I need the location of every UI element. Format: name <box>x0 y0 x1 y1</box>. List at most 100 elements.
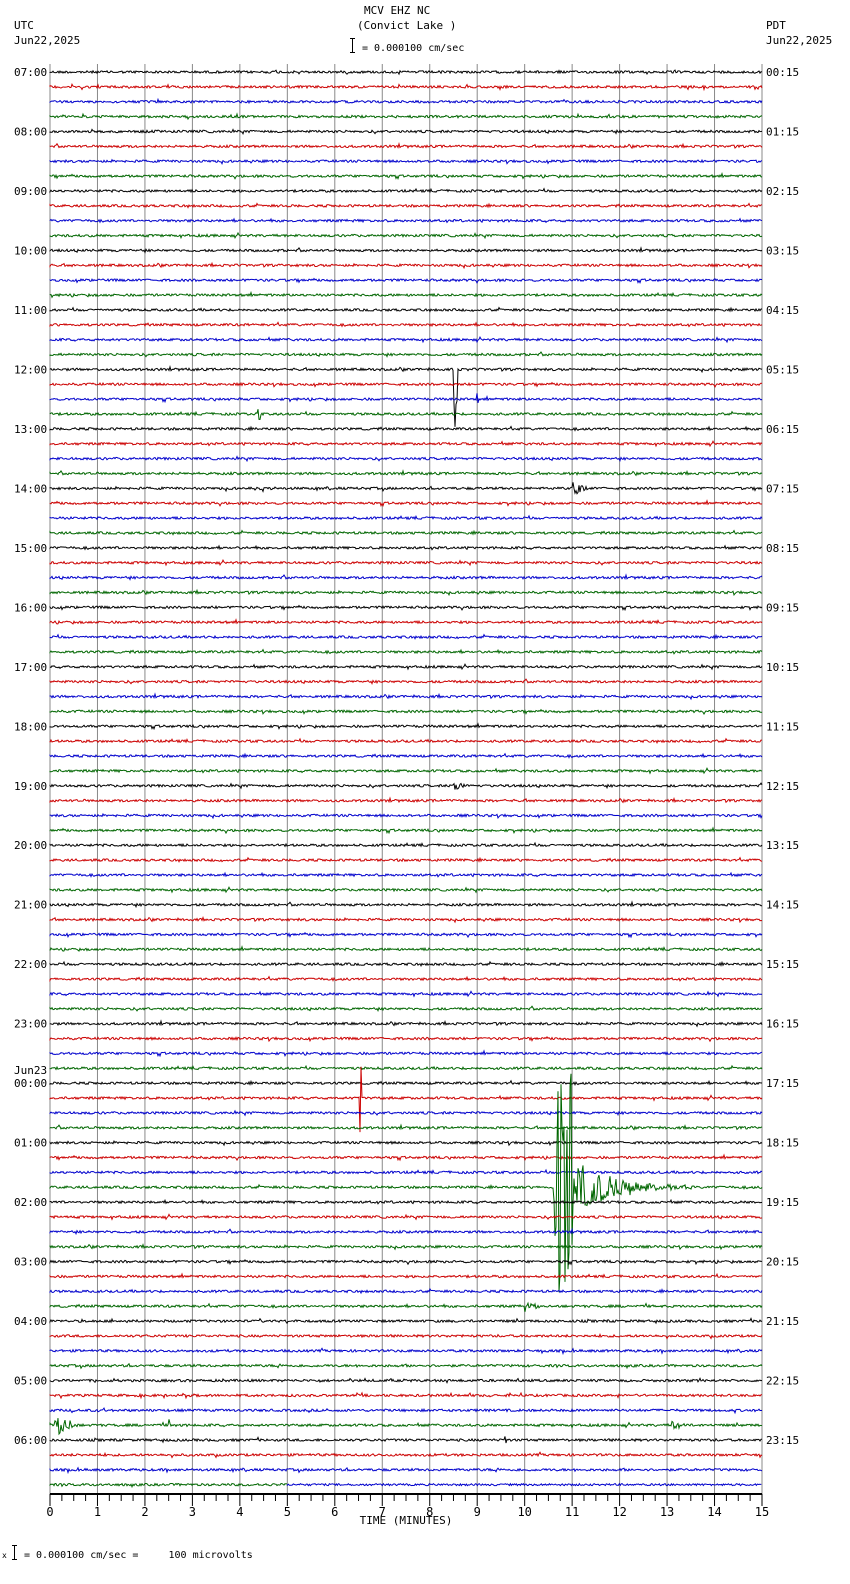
trace-line <box>49 752 763 759</box>
trace-line <box>49 142 763 150</box>
utc-hour-label: 00:00 <box>14 1077 47 1090</box>
trace-line <box>49 1123 763 1131</box>
trace-line <box>49 1079 763 1087</box>
trace-line <box>49 409 763 421</box>
x-tick-label: 15 <box>755 1505 769 1519</box>
trace-line <box>49 335 763 344</box>
trace-line <box>49 975 763 983</box>
trace-line <box>49 469 763 477</box>
trace-line <box>49 1019 763 1028</box>
trace-line <box>49 1139 763 1147</box>
trace-line <box>49 261 763 270</box>
utc-hour-label: 02:00 <box>14 1196 47 1209</box>
pdt-hour-label: 16:15 <box>766 1018 799 1031</box>
pdt-hour-label: 20:15 <box>766 1256 799 1269</box>
trace-line <box>49 1377 763 1384</box>
trace-line <box>49 1168 763 1175</box>
trace-line <box>49 1109 763 1117</box>
trace-line <box>49 618 763 625</box>
trace-line <box>49 796 763 804</box>
trace-line <box>49 290 763 299</box>
trace-line <box>49 1198 763 1205</box>
trace-line <box>49 1301 763 1312</box>
trace-line <box>49 945 763 952</box>
x-tick-label: 0 <box>46 1505 53 1519</box>
x-tick-label: 13 <box>660 1505 674 1519</box>
trace-line <box>49 1317 763 1325</box>
trace-line <box>49 826 763 835</box>
trace-line <box>49 1227 763 1236</box>
trace-line <box>49 1153 763 1162</box>
x-tick-label: 12 <box>612 1505 626 1519</box>
trace-line <box>49 83 763 92</box>
trace-line <box>49 351 763 358</box>
utc-hour-label: 21:00 <box>14 899 47 912</box>
trace-line <box>49 1362 763 1370</box>
trace-line <box>49 871 763 878</box>
pdt-hour-label: 10:15 <box>766 661 799 674</box>
pdt-hour-label: 17:15 <box>766 1077 799 1090</box>
utc-hour-label: 13:00 <box>14 423 47 436</box>
pdt-hour-label: 13:15 <box>766 839 799 852</box>
trace-line <box>49 633 763 640</box>
trace-line <box>49 782 763 790</box>
trace-line <box>49 1407 763 1415</box>
trace-line <box>49 722 763 731</box>
pdt-hour-label: 08:15 <box>766 542 799 555</box>
trace-line <box>49 960 763 967</box>
footer-mark: x <box>2 1551 7 1560</box>
trace-line <box>49 1005 763 1013</box>
utc-hour-label: 14:00 <box>14 482 47 495</box>
pdt-hour-label: 18:15 <box>766 1137 799 1150</box>
x-axis-title: TIME (MINUTES) <box>360 1514 453 1527</box>
trace-line <box>49 455 763 463</box>
trace-line <box>49 990 763 998</box>
pdt-hour-label: 05:15 <box>766 363 799 376</box>
trace-line <box>49 1213 763 1221</box>
trace-line <box>49 1073 763 1293</box>
pdt-hour-label: 00:15 <box>766 66 799 79</box>
trace-line <box>49 692 763 701</box>
utc-hour-label: 01:00 <box>14 1137 47 1150</box>
trace-line <box>49 663 763 671</box>
x-tick-label: 9 <box>474 1505 481 1519</box>
trace-line <box>49 1258 763 1266</box>
trace-line <box>49 1347 763 1356</box>
pdt-hour-label: 19:15 <box>766 1196 799 1209</box>
trace-line <box>49 916 763 924</box>
trace-line <box>49 900 762 909</box>
trace-line <box>49 558 763 567</box>
pdt-hour-label: 22:15 <box>766 1375 799 1388</box>
trace-line <box>49 1436 763 1444</box>
trace-line <box>49 648 763 655</box>
trace-line <box>49 321 763 328</box>
trace-line <box>49 708 763 716</box>
utc-hour-label: 10:00 <box>14 244 47 257</box>
trace-line <box>49 1466 763 1475</box>
trace-line <box>49 841 763 848</box>
trace-line <box>49 1272 763 1279</box>
x-tick-label: 10 <box>517 1505 531 1519</box>
trace-line <box>49 69 763 76</box>
trace-line <box>49 856 763 863</box>
trace-line <box>49 277 763 285</box>
footer-scale-bar-icon <box>12 1545 17 1560</box>
trace-line <box>49 767 762 775</box>
pdt-hour-label: 09:15 <box>766 601 799 614</box>
pdt-hour-label: 03:15 <box>766 244 799 257</box>
pdt-hour-label: 02:15 <box>766 185 799 198</box>
trace-line <box>49 112 763 121</box>
trace-line <box>49 1482 288 1489</box>
trace-line <box>49 1243 763 1251</box>
utc-hour-label: 06:00 <box>14 1434 47 1447</box>
pdt-hour-label: 04:15 <box>766 304 799 317</box>
date-change-label: Jun23 <box>14 1064 47 1077</box>
utc-hour-label: 09:00 <box>14 185 47 198</box>
trace-line <box>49 544 763 551</box>
trace-line <box>49 678 763 685</box>
trace-line <box>49 128 763 136</box>
utc-hour-label: 22:00 <box>14 958 47 971</box>
trace-line <box>49 1333 763 1340</box>
trace-line <box>49 482 763 495</box>
pdt-hour-label: 11:15 <box>766 720 799 733</box>
